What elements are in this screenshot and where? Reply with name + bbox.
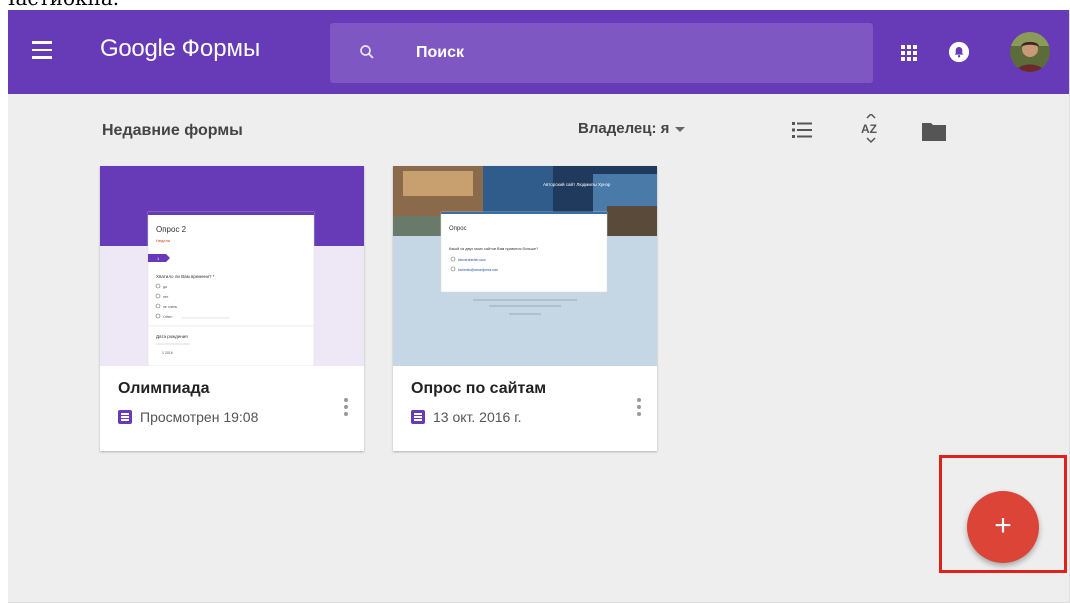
thumb-option: нет (163, 295, 169, 299)
thumb-option: tuchenko@wwordpress.com (458, 268, 498, 272)
thumb-option: не очень (163, 305, 177, 309)
svg-text:AZ: AZ (861, 122, 877, 136)
form-card-meta: Просмотрен 19:08 (118, 409, 258, 425)
avatar[interactable] (1010, 32, 1050, 72)
caret-down-icon (675, 126, 686, 132)
menu-icon[interactable] (32, 41, 54, 59)
form-thumbnail: Опрос 2 Недели 1 Хватило ли Вам времени?… (100, 166, 364, 366)
thumb-form-desc: Недели (156, 238, 170, 243)
forms-app: Google Формы Поиск Недавние формы Владел… (8, 10, 1070, 603)
thumb-form-title: Опрос (449, 226, 467, 232)
page: Частиокна. GoogleФормы (0, 0, 1070, 603)
thumb-form-title: Опрос 2 (156, 225, 187, 234)
bell-icon[interactable] (948, 41, 970, 63)
brand-google: Google (100, 35, 176, 62)
form-icon (411, 410, 425, 424)
thumb-question: Хватило ли Вам времени? * (156, 274, 215, 279)
section-title: Недавние формы (102, 122, 243, 139)
brand-product: Формы (181, 35, 261, 62)
form-thumbnail: Авторский сайт Людмилы Хунэр Опрос Какой… (393, 166, 657, 366)
thumb-date-value: 1 2016 (162, 351, 173, 355)
form-card-title: Олимпиада (118, 380, 210, 397)
stray-caption: Частиокна. (0, 0, 119, 10)
more-vert-icon[interactable] (637, 398, 641, 418)
thumb-banner-text: Авторский сайт Людмилы Хунэр (543, 181, 611, 187)
thumb-option: toloverdrasher.ucoz (458, 258, 486, 262)
form-card-meta-text: 13 окт. 2016 г. (433, 409, 522, 425)
app-logo[interactable]: Google Формы (100, 35, 260, 63)
form-card-meta: 13 окт. 2016 г. (411, 409, 522, 425)
form-card[interactable]: Авторский сайт Людмилы Хунэр Опрос Какой… (393, 166, 657, 451)
form-card[interactable]: Опрос 2 Недели 1 Хватило ли Вам времени?… (100, 166, 364, 451)
thumb-date-label: Дата рождения (156, 334, 188, 339)
list-view-icon[interactable] (792, 121, 812, 139)
search-box[interactable] (330, 23, 873, 83)
form-icon (118, 410, 132, 424)
thumb-option: да (163, 285, 167, 289)
top-bar: Google Формы (8, 10, 1069, 94)
apps-icon[interactable] (901, 45, 917, 61)
search-icon[interactable] (358, 43, 376, 61)
folder-icon[interactable] (922, 121, 946, 141)
form-card-meta-text: Просмотрен 19:08 (140, 409, 259, 425)
form-card-title: Опрос по сайтам (411, 380, 547, 397)
owner-filter-label: Владелец: я (578, 120, 670, 137)
owner-filter[interactable]: Владелец: я (578, 120, 686, 137)
search-input[interactable] (416, 39, 836, 67)
thumb-option: Other: (163, 315, 173, 319)
sort-az-icon[interactable]: AZ (860, 114, 882, 144)
more-vert-icon[interactable] (344, 398, 348, 418)
create-form-button[interactable]: + (967, 491, 1039, 563)
thumb-question: Какой из двух моих сайтов Вам нравится б… (449, 247, 538, 251)
